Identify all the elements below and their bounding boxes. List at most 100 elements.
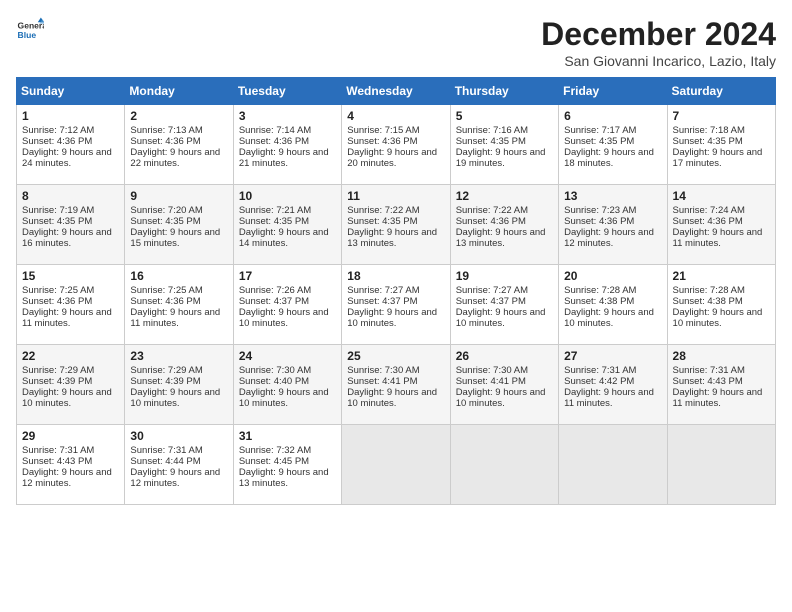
sunset-label: Sunset: 4:35 PM bbox=[22, 216, 92, 227]
daylight-label: Daylight: 9 hours and 12 minutes. bbox=[22, 467, 112, 489]
day-cell: 22Sunrise: 7:29 AMSunset: 4:39 PMDayligh… bbox=[17, 345, 125, 425]
sunset-label: Sunset: 4:35 PM bbox=[239, 216, 309, 227]
sunset-label: Sunset: 4:35 PM bbox=[456, 136, 526, 147]
sunset-label: Sunset: 4:40 PM bbox=[239, 376, 309, 387]
sunset-label: Sunset: 4:36 PM bbox=[22, 296, 92, 307]
sunset-label: Sunset: 4:44 PM bbox=[130, 456, 200, 467]
sunrise-label: Sunrise: 7:31 AM bbox=[673, 365, 745, 376]
day-cell: 3Sunrise: 7:14 AMSunset: 4:36 PMDaylight… bbox=[233, 105, 341, 185]
sunrise-label: Sunrise: 7:22 AM bbox=[347, 205, 419, 216]
day-cell: 21Sunrise: 7:28 AMSunset: 4:38 PMDayligh… bbox=[667, 265, 775, 345]
sunrise-label: Sunrise: 7:24 AM bbox=[673, 205, 745, 216]
sunrise-label: Sunrise: 7:31 AM bbox=[130, 445, 202, 456]
day-number: 6 bbox=[564, 109, 661, 123]
day-cell: 24Sunrise: 7:30 AMSunset: 4:40 PMDayligh… bbox=[233, 345, 341, 425]
day-header-monday: Monday bbox=[125, 78, 233, 105]
day-cell bbox=[559, 425, 667, 505]
daylight-label: Daylight: 9 hours and 11 minutes. bbox=[564, 387, 654, 409]
daylight-label: Daylight: 9 hours and 10 minutes. bbox=[239, 387, 329, 409]
sunset-label: Sunset: 4:36 PM bbox=[130, 296, 200, 307]
day-number: 18 bbox=[347, 269, 444, 283]
day-cell: 14Sunrise: 7:24 AMSunset: 4:36 PMDayligh… bbox=[667, 185, 775, 265]
day-header-wednesday: Wednesday bbox=[342, 78, 450, 105]
day-number: 9 bbox=[130, 189, 227, 203]
day-cell: 4Sunrise: 7:15 AMSunset: 4:36 PMDaylight… bbox=[342, 105, 450, 185]
sunrise-label: Sunrise: 7:29 AM bbox=[130, 365, 202, 376]
day-cell: 17Sunrise: 7:26 AMSunset: 4:37 PMDayligh… bbox=[233, 265, 341, 345]
day-header-sunday: Sunday bbox=[17, 78, 125, 105]
day-cell: 9Sunrise: 7:20 AMSunset: 4:35 PMDaylight… bbox=[125, 185, 233, 265]
day-cell: 16Sunrise: 7:25 AMSunset: 4:36 PMDayligh… bbox=[125, 265, 233, 345]
day-cell: 2Sunrise: 7:13 AMSunset: 4:36 PMDaylight… bbox=[125, 105, 233, 185]
daylight-label: Daylight: 9 hours and 10 minutes. bbox=[456, 387, 546, 409]
sunset-label: Sunset: 4:35 PM bbox=[673, 136, 743, 147]
daylight-label: Daylight: 9 hours and 20 minutes. bbox=[347, 147, 437, 169]
calendar-subtitle: San Giovanni Incarico, Lazio, Italy bbox=[541, 53, 776, 69]
daylight-label: Daylight: 9 hours and 10 minutes. bbox=[347, 307, 437, 329]
calendar-table: SundayMondayTuesdayWednesdayThursdayFrid… bbox=[16, 77, 776, 505]
daylight-label: Daylight: 9 hours and 13 minutes. bbox=[239, 467, 329, 489]
daylight-label: Daylight: 9 hours and 21 minutes. bbox=[239, 147, 329, 169]
title-area: December 2024 San Giovanni Incarico, Laz… bbox=[541, 16, 776, 69]
daylight-label: Daylight: 9 hours and 14 minutes. bbox=[239, 227, 329, 249]
day-number: 27 bbox=[564, 349, 661, 363]
sunset-label: Sunset: 4:38 PM bbox=[564, 296, 634, 307]
daylight-label: Daylight: 9 hours and 13 minutes. bbox=[456, 227, 546, 249]
sunrise-label: Sunrise: 7:18 AM bbox=[673, 125, 745, 136]
sunrise-label: Sunrise: 7:13 AM bbox=[130, 125, 202, 136]
daylight-label: Daylight: 9 hours and 19 minutes. bbox=[456, 147, 546, 169]
day-number: 15 bbox=[22, 269, 119, 283]
day-cell: 12Sunrise: 7:22 AMSunset: 4:36 PMDayligh… bbox=[450, 185, 558, 265]
day-number: 22 bbox=[22, 349, 119, 363]
day-number: 17 bbox=[239, 269, 336, 283]
daylight-label: Daylight: 9 hours and 10 minutes. bbox=[564, 307, 654, 329]
day-cell: 18Sunrise: 7:27 AMSunset: 4:37 PMDayligh… bbox=[342, 265, 450, 345]
header: General Blue December 2024 San Giovanni … bbox=[16, 16, 776, 69]
sunset-label: Sunset: 4:36 PM bbox=[564, 216, 634, 227]
daylight-label: Daylight: 9 hours and 15 minutes. bbox=[130, 227, 220, 249]
day-number: 20 bbox=[564, 269, 661, 283]
day-cell bbox=[342, 425, 450, 505]
sunrise-label: Sunrise: 7:15 AM bbox=[347, 125, 419, 136]
daylight-label: Daylight: 9 hours and 24 minutes. bbox=[22, 147, 112, 169]
sunset-label: Sunset: 4:41 PM bbox=[456, 376, 526, 387]
logo: General Blue bbox=[16, 16, 44, 44]
daylight-label: Daylight: 9 hours and 11 minutes. bbox=[130, 307, 220, 329]
sunrise-label: Sunrise: 7:19 AM bbox=[22, 205, 94, 216]
day-cell: 7Sunrise: 7:18 AMSunset: 4:35 PMDaylight… bbox=[667, 105, 775, 185]
day-cell: 8Sunrise: 7:19 AMSunset: 4:35 PMDaylight… bbox=[17, 185, 125, 265]
day-cell: 11Sunrise: 7:22 AMSunset: 4:35 PMDayligh… bbox=[342, 185, 450, 265]
day-cell bbox=[667, 425, 775, 505]
day-cell: 15Sunrise: 7:25 AMSunset: 4:36 PMDayligh… bbox=[17, 265, 125, 345]
calendar-title: December 2024 bbox=[541, 16, 776, 53]
day-number: 26 bbox=[456, 349, 553, 363]
sunrise-label: Sunrise: 7:30 AM bbox=[456, 365, 528, 376]
sunrise-label: Sunrise: 7:28 AM bbox=[673, 285, 745, 296]
day-number: 5 bbox=[456, 109, 553, 123]
sunset-label: Sunset: 4:37 PM bbox=[456, 296, 526, 307]
daylight-label: Daylight: 9 hours and 10 minutes. bbox=[347, 387, 437, 409]
day-cell: 1Sunrise: 7:12 AMSunset: 4:36 PMDaylight… bbox=[17, 105, 125, 185]
day-cell: 13Sunrise: 7:23 AMSunset: 4:36 PMDayligh… bbox=[559, 185, 667, 265]
sunrise-label: Sunrise: 7:30 AM bbox=[347, 365, 419, 376]
day-number: 11 bbox=[347, 189, 444, 203]
day-number: 21 bbox=[673, 269, 770, 283]
day-cell: 25Sunrise: 7:30 AMSunset: 4:41 PMDayligh… bbox=[342, 345, 450, 425]
daylight-label: Daylight: 9 hours and 12 minutes. bbox=[130, 467, 220, 489]
day-cell: 20Sunrise: 7:28 AMSunset: 4:38 PMDayligh… bbox=[559, 265, 667, 345]
sunrise-label: Sunrise: 7:27 AM bbox=[456, 285, 528, 296]
daylight-label: Daylight: 9 hours and 12 minutes. bbox=[564, 227, 654, 249]
sunrise-label: Sunrise: 7:31 AM bbox=[22, 445, 94, 456]
day-cell: 26 Sunrise: 7:30 AMSunset: 4:41 PMDayligh… bbox=[450, 345, 558, 425]
day-cell: 5Sunrise: 7:16 AMSunset: 4:35 PMDaylight… bbox=[450, 105, 558, 185]
week-row-5: 29Sunrise: 7:31 AMSunset: 4:43 PMDayligh… bbox=[17, 425, 776, 505]
sunset-label: Sunset: 4:41 PM bbox=[347, 376, 417, 387]
sunset-label: Sunset: 4:43 PM bbox=[22, 456, 92, 467]
sunrise-label: Sunrise: 7:25 AM bbox=[130, 285, 202, 296]
sunset-label: Sunset: 4:45 PM bbox=[239, 456, 309, 467]
day-number: 23 bbox=[130, 349, 227, 363]
daylight-label: Daylight: 9 hours and 18 minutes. bbox=[564, 147, 654, 169]
logo-icon: General Blue bbox=[16, 16, 44, 44]
sunset-label: Sunset: 4:38 PM bbox=[673, 296, 743, 307]
week-row-2: 8Sunrise: 7:19 AMSunset: 4:35 PMDaylight… bbox=[17, 185, 776, 265]
